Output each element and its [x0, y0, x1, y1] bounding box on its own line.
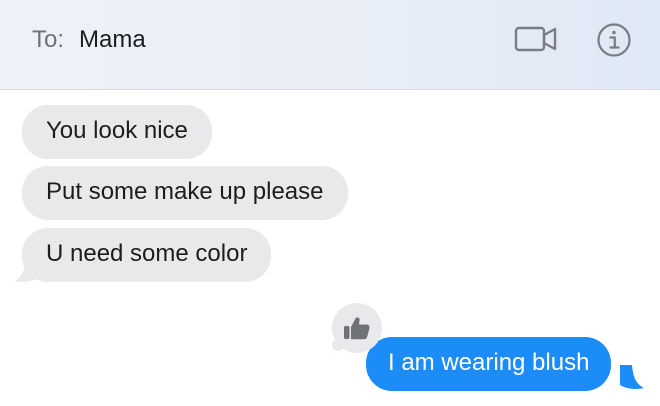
- to-label: To:: [32, 26, 65, 53]
- reaction-bubble[interactable]: [331, 303, 383, 355]
- conversation-header: To: Mama: [0, 0, 660, 90]
- messages-window: To: Mama You look nice Put some make up …: [0, 0, 660, 406]
- outgoing-message-bubble[interactable]: I am wearing blush: [366, 337, 612, 391]
- video-call-button[interactable]: [510, 20, 560, 58]
- incoming-bubble-tail: [14, 258, 38, 282]
- video-camera-icon: [514, 26, 557, 52]
- outgoing-bubble-tail: [620, 365, 644, 389]
- recipient-name[interactable]: Mama: [79, 26, 146, 54]
- incoming-message-bubble[interactable]: Put some make up please: [22, 166, 348, 220]
- incoming-message-bubble[interactable]: U need some color: [22, 228, 272, 282]
- info-button[interactable]: [594, 20, 634, 60]
- info-icon: [597, 23, 631, 57]
- incoming-message-bubble[interactable]: You look nice: [22, 105, 212, 159]
